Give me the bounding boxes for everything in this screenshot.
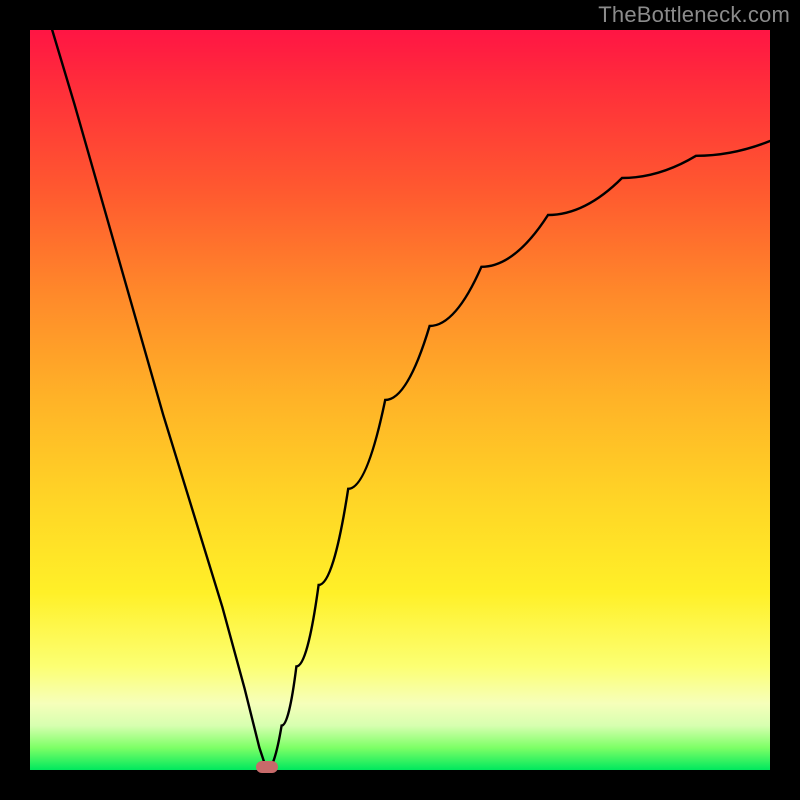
optimum-marker [256, 761, 278, 773]
watermark-text: TheBottleneck.com [598, 2, 790, 28]
bottleneck-curve [30, 30, 770, 770]
plot-area [30, 30, 770, 770]
chart-frame: TheBottleneck.com [0, 0, 800, 800]
